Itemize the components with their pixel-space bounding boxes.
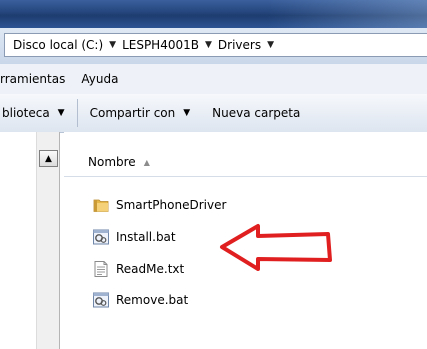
column-header-row: Nombre ▲ — [64, 148, 427, 177]
library-button[interactable]: blioteca ▼ — [0, 94, 73, 132]
share-label: Compartir con — [89, 106, 176, 120]
file-item-readme-txt[interactable]: ReadMe.txt — [92, 258, 184, 280]
window-titlebar — [0, 0, 427, 28]
titlebar-glow — [267, 0, 427, 28]
batch-file-icon — [92, 228, 110, 246]
library-label: blioteca — [2, 106, 50, 120]
command-toolbar: blioteca ▼ Compartir con ▼ Nueva carpeta — [0, 94, 427, 133]
share-button[interactable]: Compartir con ▼ — [82, 94, 199, 132]
new-folder-label: Nueva carpeta — [212, 106, 301, 120]
file-item-smartphonedriver[interactable]: SmartPhoneDriver — [92, 194, 226, 216]
file-name: ReadMe.txt — [116, 262, 185, 276]
up-arrow-icon: ▲ — [45, 153, 52, 164]
file-item-remove-bat[interactable]: Remove.bat — [92, 289, 188, 311]
text-file-icon — [92, 260, 110, 278]
breadcrumb-chevron-icon[interactable]: ▼ — [109, 40, 116, 50]
breadcrumb-chevron-icon[interactable]: ▼ — [205, 40, 212, 50]
file-name: Remove.bat — [116, 293, 189, 307]
menu-ayuda[interactable]: Ayuda — [73, 72, 126, 86]
menu-bar: rramientas Ayuda — [0, 64, 427, 95]
file-name: Install.bat — [116, 230, 176, 244]
menu-herramientas[interactable]: rramientas — [0, 72, 73, 86]
dropdown-arrow-icon: ▼ — [57, 108, 65, 118]
column-header-name[interactable]: Nombre — [88, 155, 136, 169]
address-bar: Disco local (C:) ▼ LESPH4001B ▼ Drivers … — [0, 28, 427, 65]
new-folder-button[interactable]: Nueva carpeta — [198, 94, 308, 132]
nav-scrollbar[interactable]: ▲ — [36, 132, 60, 349]
scroll-up-button[interactable]: ▲ — [39, 150, 58, 167]
file-item-install-bat[interactable]: Install.bat — [92, 226, 176, 248]
breadcrumb-drivers[interactable]: Drivers — [218, 38, 261, 52]
navigation-pane[interactable] — [0, 132, 36, 349]
folder-icon — [92, 196, 110, 214]
breadcrumb-lesph4001b[interactable]: LESPH4001B — [122, 38, 199, 52]
red-arrow-annotation-icon — [220, 224, 332, 271]
toolbar-separator — [76, 99, 78, 127]
breadcrumb-chevron-icon[interactable]: ▼ — [267, 40, 274, 50]
sort-ascending-icon: ▲ — [143, 157, 150, 167]
dropdown-arrow-icon: ▼ — [183, 108, 191, 118]
breadcrumb-disco-local[interactable]: Disco local (C:) — [13, 38, 103, 52]
address-box[interactable]: Disco local (C:) ▼ LESPH4001B ▼ Drivers … — [4, 33, 427, 57]
file-name: SmartPhoneDriver — [116, 198, 227, 212]
batch-file-icon — [92, 291, 110, 309]
